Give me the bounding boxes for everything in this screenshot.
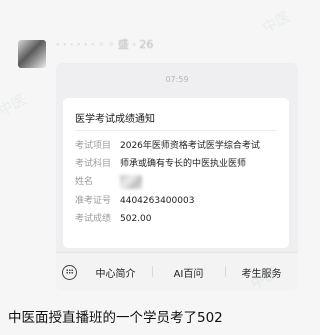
field-row-ticket-number: 准考证号 4404263400003 [75, 193, 194, 207]
field-row-exam-subject: 考试科目 师承或确有专长的中医执业医师 [75, 156, 246, 170]
sender-avatar[interactable] [18, 40, 46, 68]
post-caption: 中医面授直播班的一个学员考了502 [8, 310, 223, 326]
field-label: 考试科目 [75, 159, 112, 169]
menu-item-candidate-service[interactable]: 考生服务 [225, 265, 298, 280]
field-row-exam-item: 考试项目 2026年医师资格考试医学综合考试 [75, 138, 260, 152]
message-time: 07:59 [165, 75, 189, 84]
watermark: 中医 [0, 92, 29, 120]
keyboard-icon[interactable] [62, 264, 77, 280]
field-value: 4404263400003 [120, 196, 195, 206]
watermark: 中医 [260, 9, 293, 37]
account-menu-bar: 中心简介 AI百问 考生服务 [56, 252, 298, 290]
menu-item-center-intro[interactable]: 中心简介 [79, 265, 152, 280]
field-value: 2026年医师资格考试医学综合考试 [120, 141, 260, 151]
screenshot-image[interactable]: 07:59 医学考试成绩通知 考试项目 2026年医师资格考试医学综合考试 考试科… [56, 63, 298, 290]
redacted-name [120, 174, 142, 189]
score-notice-card[interactable]: 医学考试成绩通知 考试项目 2026年医师资格考试医学综合考试 考试科目 师承或确有… [63, 98, 289, 248]
menu-item-ai-qa[interactable]: AI百问 [152, 265, 225, 280]
field-value: 502.00 [120, 214, 152, 224]
field-label: 考试成绩 [75, 214, 112, 224]
field-value: 师承或确有专长的中医执业医师 [120, 159, 247, 169]
field-label: 姓名 [75, 177, 94, 187]
field-label: 考试项目 [75, 141, 112, 151]
notice-title: 医学考试成绩通知 [75, 114, 155, 125]
sender-name: · · · · · · ◦ ◦ 盛 · 26 [56, 38, 154, 51]
divider [75, 130, 277, 131]
field-row-score: 考试成绩 502.00 [75, 211, 152, 225]
field-label: 准考证号 [75, 196, 112, 206]
field-row-name: 姓名 [75, 174, 142, 189]
